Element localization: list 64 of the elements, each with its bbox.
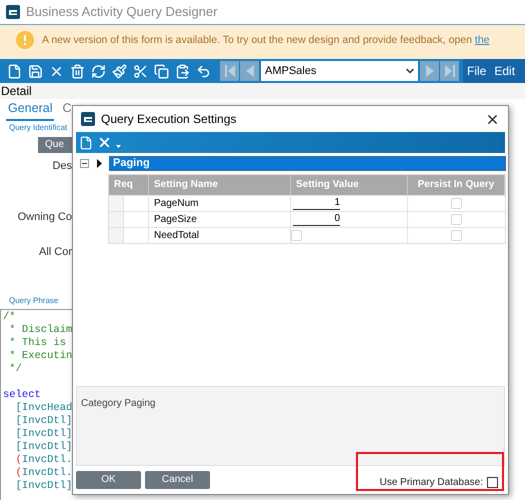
code-text: [InvcDtl] [14, 440, 72, 452]
column-header: Setting Name [149, 175, 291, 195]
last-icon [444, 65, 454, 77]
column-header: Req [109, 175, 149, 195]
table-cell: PageSize [149, 212, 291, 227]
previous-icon [246, 65, 254, 77]
group-heading: Query Identificat [8, 122, 68, 134]
dialog-logo-icon [81, 112, 95, 126]
warning-icon [16, 31, 34, 49]
code-text: [InvcDtl] [14, 414, 72, 426]
code-text: * Executin [8, 350, 72, 362]
next-icon [426, 65, 434, 77]
window-title: Business Activity Query Designer [26, 3, 218, 22]
collapse-icon[interactable] [80, 158, 89, 168]
primary-database-checkbox[interactable] [487, 476, 498, 488]
record-dropdown[interactable]: AMPSales [261, 61, 418, 81]
value-checkbox[interactable] [291, 230, 302, 241]
dropdown-caret-icon[interactable] [116, 145, 121, 148]
field-label: All Cor [38, 245, 72, 260]
value-field[interactable]: 1 [293, 197, 340, 210]
code-text: ( [14, 466, 22, 478]
row-header-cell[interactable] [109, 212, 124, 227]
form-tab[interactable]: General [6, 99, 54, 121]
code-text: * This is [8, 336, 68, 348]
option-label: Use Primary Database: [380, 476, 483, 490]
row-pointer-icon [97, 158, 102, 168]
tree-node[interactable]: Paging [109, 156, 506, 170]
dialog-button[interactable]: OK [76, 471, 141, 489]
persist-checkbox[interactable] [451, 198, 462, 209]
code-text: [InvcHead [14, 402, 72, 414]
code-text: * Disclaim [8, 324, 72, 336]
code-text: /* [3, 310, 16, 322]
menu-item[interactable]: Edit [494, 62, 516, 80]
new-icon[interactable] [79, 136, 93, 150]
column-header: Persist In Query [408, 175, 505, 195]
table-cell: PageNum [149, 196, 291, 211]
query-button[interactable]: Que [38, 137, 72, 153]
row-header-cell[interactable] [109, 228, 124, 243]
dialog-button[interactable]: Cancel [145, 471, 210, 489]
code-text: InvcDtl. [22, 466, 72, 478]
value-field[interactable]: 0 [293, 213, 340, 226]
code-text: [InvcDtl] [14, 428, 72, 440]
field-label: Owning Co [16, 210, 72, 224]
code-text: InvcDtl. [22, 454, 72, 466]
code-text: select [3, 388, 41, 402]
banner-link[interactable]: the [474, 34, 490, 46]
code-text: */ [8, 362, 22, 374]
persist-checkbox[interactable] [451, 230, 462, 241]
delete-icon[interactable] [97, 135, 112, 150]
section-label: Query Phrase [8, 294, 60, 306]
field-label: Des [51, 159, 72, 174]
dialog-title: Query Execution Settings [101, 111, 236, 128]
column-header: Setting Value [291, 175, 408, 195]
form-tab[interactable]: C [60, 99, 74, 121]
banner-message: A new version of this form is available. To try out the new design and provide feedback, open [42, 34, 473, 46]
code-text: ( [14, 454, 22, 466]
section-heading: Detail [1, 83, 32, 100]
code-text: [InvcDtl] [14, 480, 72, 492]
app-logo-icon [6, 5, 20, 19]
menu-item[interactable]: File [467, 62, 486, 80]
persist-checkbox[interactable] [451, 214, 462, 225]
first-icon [224, 65, 234, 77]
row-header-cell[interactable] [109, 196, 124, 211]
description-text: Category Paging [81, 398, 156, 409]
